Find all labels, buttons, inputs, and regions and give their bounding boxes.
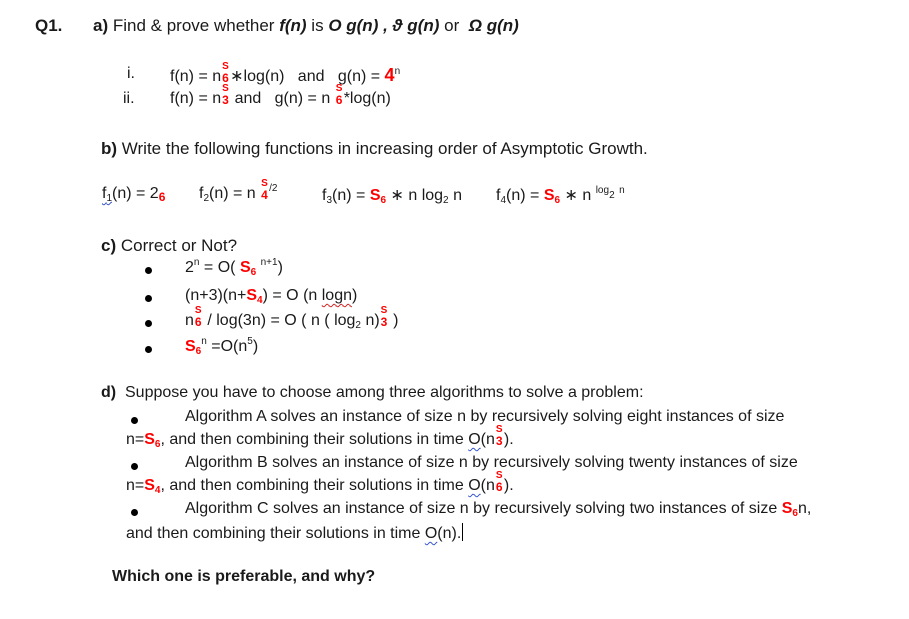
part-d-text: Suppose you have to choose among three a… <box>125 384 644 401</box>
part-a-item-i: f(n) = n S 6 ∗log(n) and g(n) = 4n <box>170 61 401 86</box>
exponent-stack: S6 <box>495 470 503 494</box>
exponent-stack: S6 <box>222 61 229 85</box>
claim-1: 2n = O( S6 n+1) <box>185 257 283 278</box>
algorithm-c-line2: and then combining their solutions in ti… <box>126 523 464 542</box>
algorithm-c-line1: Algorithm C solves an instance of size n… <box>185 500 812 519</box>
and-text: and <box>297 68 325 85</box>
part-c-heading: c) Correct or Not? <box>101 236 237 256</box>
theta: ϑ g(n) <box>392 16 440 35</box>
big-o: O g(n) , <box>328 16 388 35</box>
part-b-label: b) <box>101 139 118 158</box>
claim-4: S6n =O(n5) <box>185 336 259 357</box>
algorithm-b-line1: Algorithm B solves an instance of size n… <box>185 454 798 471</box>
or-text: or <box>444 16 460 35</box>
exponent-stack: S6 <box>194 305 202 329</box>
claim-2: (n+3)(n+S4) = O (n logn) <box>185 287 358 306</box>
part-d-heading: d) Suppose you have to choose among thre… <box>101 384 644 402</box>
part-a-intro: Find & prove whether <box>112 16 275 35</box>
function-f3: f3(n) = S6 ∗ n log2 n <box>322 187 462 206</box>
is-text: is <box>311 16 324 35</box>
exponent-stack: S6 <box>335 83 343 107</box>
part-c-label: c) <box>101 236 117 255</box>
g-base: 4 <box>384 65 395 85</box>
exponent-stack: S3 <box>380 305 388 329</box>
f-prefix: f(n) = n <box>170 68 222 85</box>
part-d-label: d) <box>101 384 117 401</box>
part-a-heading: a) Find & prove whether f(n) is O g(n) ,… <box>93 16 519 36</box>
exponent-stack: S4 <box>261 178 268 202</box>
bullet-icon <box>131 417 138 424</box>
part-b-heading: b) Write the following functions in incr… <box>101 139 648 159</box>
bullet-icon <box>131 463 138 470</box>
text-cursor <box>462 523 464 541</box>
f-of-n: f(n) <box>279 16 307 35</box>
function-f1: f1(n) = 26 <box>102 185 166 204</box>
g-prefix: g(n) = n <box>274 90 331 107</box>
question-number: Q1. <box>35 16 63 35</box>
and-text: and <box>234 90 262 107</box>
algorithm-b-line2: n=S4, and then combining their solutions… <box>126 470 514 496</box>
final-question: Which one is preferable, and why? <box>112 568 376 585</box>
exponent-stack: S3 <box>222 83 229 107</box>
exponent-stack: S3 <box>495 424 503 448</box>
part-c-text: Correct or Not? <box>120 236 238 255</box>
g-suffix: *log(n) <box>343 90 391 107</box>
part-b-text: Write the following functions in increas… <box>121 139 648 158</box>
g-prefix: g(n) = <box>337 68 381 85</box>
g-exponent: n <box>394 66 401 77</box>
omega: Ω g(n) <box>468 16 519 35</box>
f-suffix: ∗log(n) <box>230 68 285 85</box>
part-a-item-ii: f(n) = nS3 and g(n) = n S 6 *log(n) <box>170 83 391 108</box>
algorithm-a-line2: n=S6, and then combining their solutions… <box>126 424 514 450</box>
f-prefix: f(n) = n <box>170 90 222 107</box>
bullet-icon <box>145 267 152 274</box>
bullet-icon <box>145 295 152 302</box>
function-f2: f2(n) = n S 4/2 <box>199 178 278 204</box>
item-marker-i: i. <box>127 65 135 82</box>
item-marker-ii: ii. <box>123 90 135 107</box>
algorithm-a-line1: Algorithm A solves an instance of size n… <box>185 408 785 425</box>
bullet-icon <box>145 346 152 353</box>
claim-3: nS6 / log(3n) = O ( n ( log2 n) S 3 ) <box>185 305 399 331</box>
function-f4: f4(n) = S6 ∗ n log2 n <box>496 185 625 206</box>
part-a-label: a) <box>93 16 109 35</box>
bullet-icon <box>145 320 152 327</box>
bullet-icon <box>131 509 138 516</box>
